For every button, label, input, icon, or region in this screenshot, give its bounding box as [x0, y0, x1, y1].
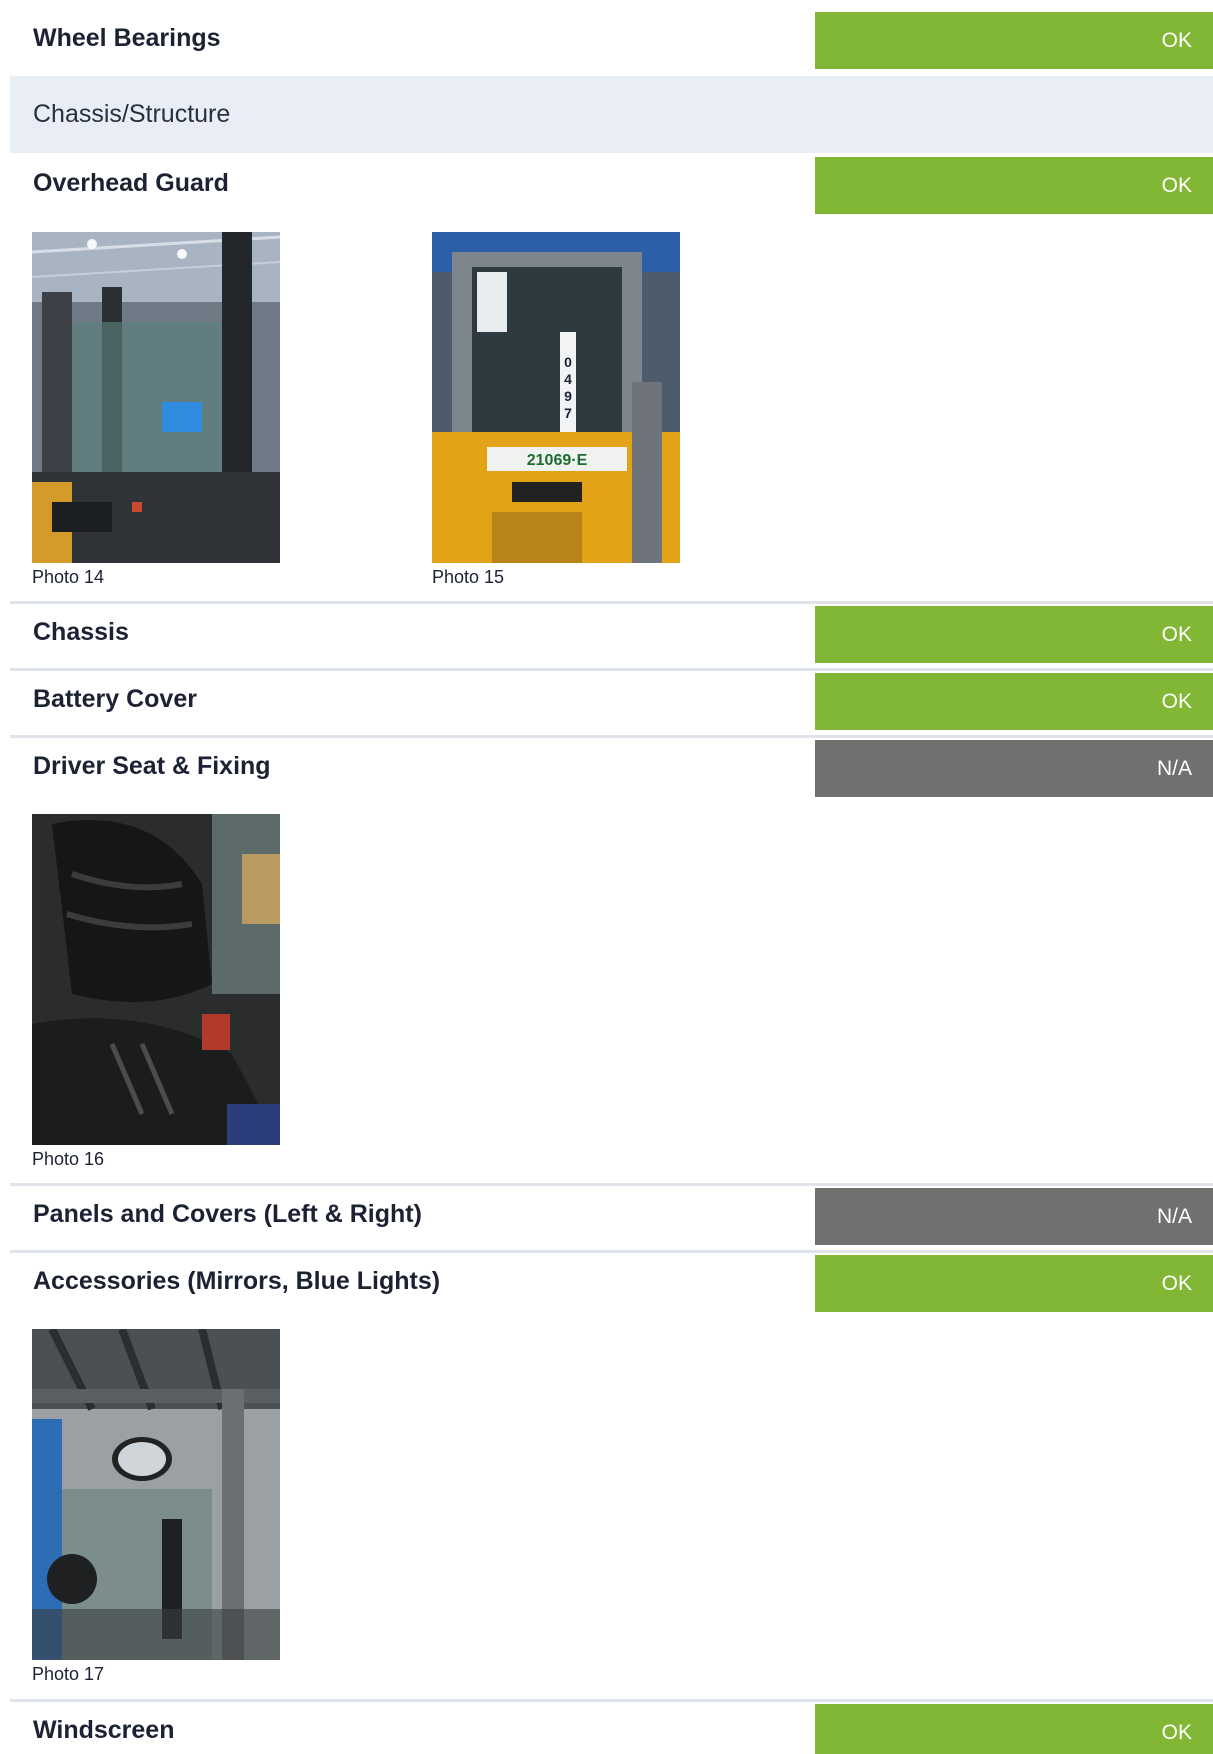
checklist-row-wheel-bearings: Wheel Bearings OK: [10, 9, 1213, 69]
status-badge-ok: OK: [815, 12, 1213, 69]
checklist-row-driver-seat: Driver Seat & Fixing N/A: [10, 737, 1213, 797]
status-badge-na: N/A: [815, 1188, 1213, 1245]
checklist-row-battery-cover: Battery Cover OK: [10, 670, 1213, 730]
checklist-row-chassis: Chassis OK: [10, 603, 1213, 663]
photo-15[interactable]: 0 4 9 7 21069·E Photo 15: [432, 232, 680, 587]
forklift-rear-photo: 0 4 9 7 21069·E: [432, 232, 680, 563]
photo-caption: Photo 17: [32, 1664, 105, 1684]
photo-caption: Photo 15: [432, 567, 505, 587]
item-label: Panels and Covers (Left & Right): [33, 1200, 422, 1228]
item-label: Windscreen: [33, 1716, 175, 1744]
item-label: Chassis: [33, 618, 129, 646]
checklist-row-overhead-guard: Overhead Guard OK: [10, 154, 1213, 214]
svg-text:4: 4: [564, 371, 572, 387]
section-header-chassis-structure: Chassis/Structure: [10, 76, 1213, 153]
item-label: Battery Cover: [33, 685, 197, 713]
item-label: Wheel Bearings: [33, 24, 221, 52]
svg-text:9: 9: [564, 388, 572, 404]
photo-caption: Photo 16: [32, 1149, 105, 1169]
item-label: Overhead Guard: [33, 169, 229, 197]
svg-text:21069·E: 21069·E: [527, 452, 588, 469]
checklist-row-accessories: Accessories (Mirrors, Blue Lights) OK: [10, 1252, 1213, 1312]
forklift-cab-interior-photo: [32, 232, 280, 563]
status-badge-ok: OK: [815, 1704, 1213, 1754]
status-badge-ok: OK: [815, 673, 1213, 730]
svg-text:0: 0: [564, 354, 572, 370]
driver-seat-photo: [32, 814, 280, 1145]
status-badge-ok: OK: [815, 157, 1213, 214]
status-badge-ok: OK: [815, 606, 1213, 663]
photo-14[interactable]: Photo 14: [32, 232, 280, 587]
photo-16[interactable]: Photo 16: [32, 814, 280, 1169]
section-title: Chassis/Structure: [33, 100, 231, 128]
checklist-row-windscreen: Windscreen OK: [10, 1701, 1213, 1754]
checklist-row-panels-covers: Panels and Covers (Left & Right) N/A: [10, 1185, 1213, 1245]
svg-text:7: 7: [564, 405, 572, 421]
status-badge-na: N/A: [815, 740, 1213, 797]
status-badge-ok: OK: [815, 1255, 1213, 1312]
item-label: Accessories (Mirrors, Blue Lights): [33, 1267, 441, 1295]
photo-17[interactable]: Photo 17: [32, 1329, 280, 1684]
inspection-report-page: Wheel Bearings OK Chassis/Structure Over…: [0, 0, 1213, 1754]
mirror-overhead-guard-photo: [32, 1329, 280, 1660]
item-label: Driver Seat & Fixing: [33, 752, 271, 780]
photo-caption: Photo 14: [32, 567, 105, 587]
